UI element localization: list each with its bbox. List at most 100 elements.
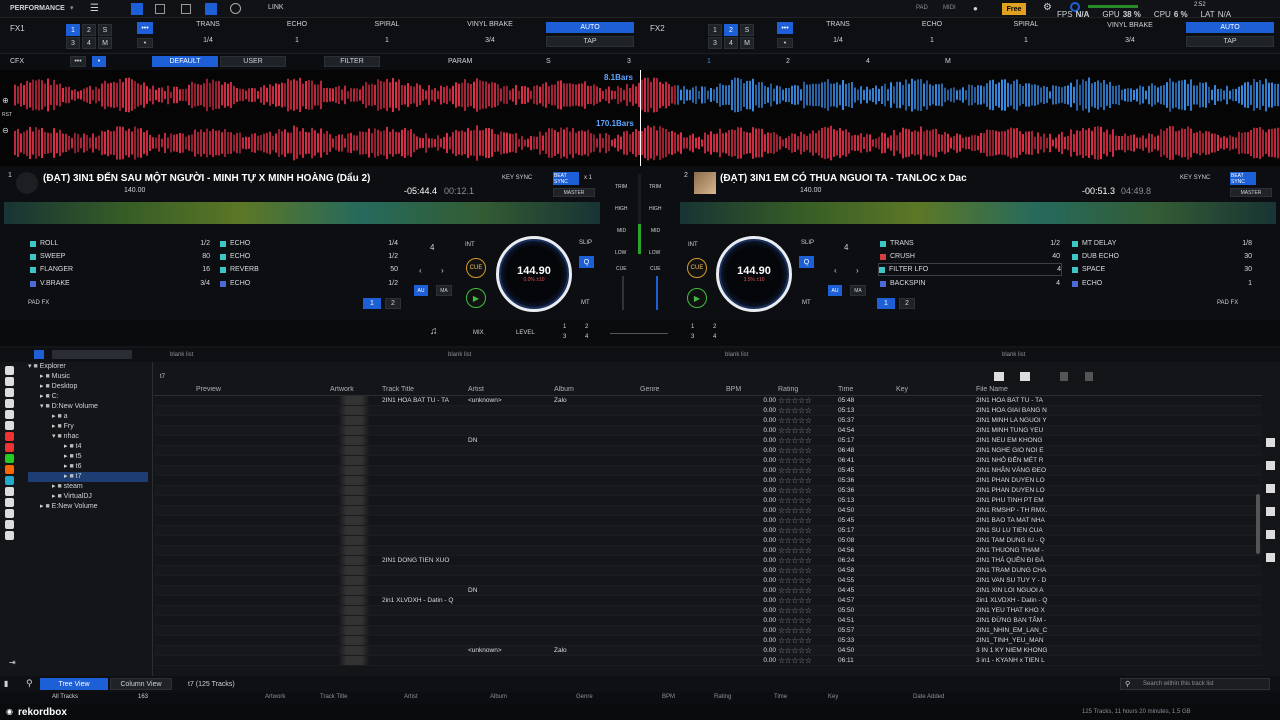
tree-node[interactable]: ▸ ■ Fry [28, 422, 148, 432]
deck1-fx-right-0[interactable]: ECHO 1/4 [220, 237, 398, 250]
table-row[interactable]: 0.00 ☆☆☆☆☆ 05:45 2IN1 BAO TA MAT NHA [154, 516, 1262, 526]
history-icon[interactable] [5, 399, 14, 408]
table-row[interactable]: 0.00 ☆☆☆☆☆ 05:08 2IN1 TAM DUNG IU - Q [154, 536, 1262, 546]
deck2-fx-left-2[interactable]: FILTER LFO 4 [878, 263, 1062, 276]
deck1-fx-left-2[interactable]: FLANGER 16 [30, 263, 210, 276]
deck2-page-2[interactable]: 2 [899, 298, 915, 309]
tree-node[interactable]: ▸ ■ C: [28, 392, 148, 402]
pad-button[interactable]: PAD [916, 5, 928, 11]
pane-3-title[interactable]: blank list [725, 352, 748, 358]
beatport-icon[interactable] [5, 476, 14, 485]
browser-view-icon[interactable] [34, 350, 44, 359]
track-search-input[interactable]: ⚲ Search within this track list [1120, 678, 1270, 690]
fx1-ch-m[interactable]: M [98, 37, 112, 49]
deck2-fx-left-3[interactable]: BACKSPIN 4 [880, 277, 1060, 290]
zoom-in-icon[interactable]: ⊕ [2, 96, 9, 105]
fx2-ch-s[interactable]: S [740, 24, 754, 36]
tree-node[interactable]: ▸ ■ t6 [28, 462, 148, 472]
grid-icon[interactable] [181, 4, 191, 14]
deck1-quantize-button[interactable]: Q [579, 256, 594, 268]
soundcloud-icon[interactable] [5, 465, 14, 474]
fx2-effect-1[interactable]: TRANS [806, 21, 870, 28]
table-row[interactable]: 0.00 ☆☆☆☆☆ 05:13 2IN1 PHU TINH PT EM [154, 496, 1262, 506]
deck1-page-2[interactable]: 2 [385, 298, 401, 309]
deck1-beat-sync-button[interactable]: BEAT SYNC [553, 172, 579, 185]
deck2-beat-prev-icon[interactable]: ‹ [834, 266, 837, 275]
related-tracks-icon[interactable] [1266, 438, 1275, 447]
col-file-name[interactable]: File Name [974, 386, 1064, 395]
deck2-slip-button[interactable]: SLIP [801, 240, 814, 246]
tree-node[interactable]: ▸ ■ a [28, 412, 148, 422]
playlist-icon[interactable] [5, 377, 14, 386]
deck2-mt-button[interactable]: MT [802, 300, 811, 306]
deck1-master-button[interactable]: MASTER [553, 188, 595, 197]
table-row[interactable]: 0.00 ☆☆☆☆☆ 04:50 2IN1 RMSHP - TH RMX. [154, 506, 1262, 516]
split-view-icon[interactable] [1085, 372, 1093, 381]
tag-panel-icon[interactable] [1266, 507, 1275, 516]
left-ch-3[interactable]: 3 [563, 334, 566, 340]
col-artist[interactable]: Artist [466, 386, 552, 395]
fx1-beat-2[interactable]: 1 [262, 37, 332, 44]
deck1-fx-right-2[interactable]: REVERB 50 [220, 263, 398, 276]
fx1-ch-4[interactable]: 4 [82, 37, 96, 49]
cfx-ch-4[interactable]: 4 [866, 58, 870, 65]
deck2-fx-right-3[interactable]: ECHO 1 [1072, 277, 1252, 290]
deck1-key-sync[interactable]: KEY SYNC [502, 175, 532, 181]
fx2-beat-3[interactable]: 1 [994, 37, 1058, 44]
deck1-padfx-label[interactable]: PAD FX [28, 300, 49, 306]
deck1-slip-button[interactable]: SLIP [579, 240, 592, 246]
tree-node[interactable]: ▸ ■ t4 [28, 442, 148, 452]
sub-col-genre[interactable]: Genre [576, 694, 593, 700]
deck1-au-button[interactable]: AU [414, 285, 428, 296]
fx2-effect-2[interactable]: ECHO [900, 21, 964, 28]
deck2-quantize-button[interactable]: Q [799, 256, 814, 268]
fx1-ch-1[interactable]: 1 [66, 24, 80, 36]
detail-view-icon[interactable] [1020, 372, 1030, 381]
menu-icon[interactable]: ☰ [90, 3, 99, 14]
deck1-beat-prev-icon[interactable]: ‹ [419, 266, 422, 275]
record-icon[interactable] [230, 3, 241, 14]
right-ch-4[interactable]: 4 [713, 334, 716, 340]
ch2-fader[interactable] [656, 276, 658, 310]
ch1-fader[interactable] [622, 276, 624, 310]
deck2-play-button[interactable]: ▶ [687, 288, 707, 308]
deck2-int-button[interactable]: INT [688, 242, 698, 248]
deck1-fx-left-0[interactable]: ROLL 1/2 [30, 237, 210, 250]
deck1-fx-right-1[interactable]: ECHO 1/2 [220, 250, 398, 263]
sub-col-time[interactable]: Time [774, 694, 787, 700]
cfx-user-tab[interactable]: USER [220, 56, 286, 67]
logout-icon[interactable]: ⇥ [9, 658, 16, 667]
deck1-play-button[interactable]: ▶ [466, 288, 486, 308]
deck2-waveform[interactable] [14, 120, 1280, 166]
sub-col-rating[interactable]: Rating [714, 694, 731, 700]
col-time[interactable]: Time [836, 386, 894, 395]
deck1-fx-left-1[interactable]: SWEEP 80 [30, 250, 210, 263]
search-toggle-icon[interactable]: ⚲ [26, 678, 33, 689]
fx1-ch-3[interactable]: 3 [66, 37, 80, 49]
deck1-int-button[interactable]: INT [465, 242, 475, 248]
deck1-fx-right-3[interactable]: ECHO 1/2 [220, 277, 398, 290]
tree-node[interactable]: ▸ ■ t7 [28, 472, 148, 482]
deck1-cue-button[interactable]: CUE [466, 258, 486, 278]
col-bpm[interactable]: BPM [724, 386, 776, 395]
fx2-brake-value[interactable]: 3/4 [1098, 37, 1162, 44]
table-row[interactable]: 0.00 ☆☆☆☆☆ 04:54 2IN1 MINH TUNG YEU [154, 426, 1262, 436]
gear-icon[interactable]: ⚙ [1043, 2, 1052, 13]
deck2-fx-left-0[interactable]: TRANS 1/2 [880, 237, 1060, 250]
tree-node[interactable]: ▸ ■ E:New Volume [28, 502, 148, 512]
ch1-cue-label[interactable]: CUE [616, 266, 627, 272]
col-rating[interactable]: Rating [776, 386, 836, 395]
fx1-effect-1[interactable]: TRANS [168, 21, 248, 28]
folder-icon[interactable] [5, 509, 14, 518]
tag-icon[interactable] [5, 410, 14, 419]
deck2-beat-next-icon[interactable]: › [856, 266, 859, 275]
fx2-more-button[interactable]: ••• [777, 22, 793, 34]
sub-col-album[interactable]: Album [490, 694, 507, 700]
sampler-panel-icon[interactable] [1266, 484, 1275, 493]
cloud-icon[interactable] [1266, 553, 1275, 562]
fx2-effect-3[interactable]: SPIRAL [994, 21, 1058, 28]
link-icon[interactable] [5, 531, 14, 540]
table-row[interactable]: 0.00 ☆☆☆☆☆ 05:13 2IN1 HOA GIAI BANG N [154, 406, 1262, 416]
folder-tree[interactable]: ▾ ■ Explorer ▸ ■ Music ▸ ■ Desktop ▸ ■ C: ▾ … [28, 362, 148, 512]
deck1-page-1[interactable]: 1 [363, 298, 381, 309]
